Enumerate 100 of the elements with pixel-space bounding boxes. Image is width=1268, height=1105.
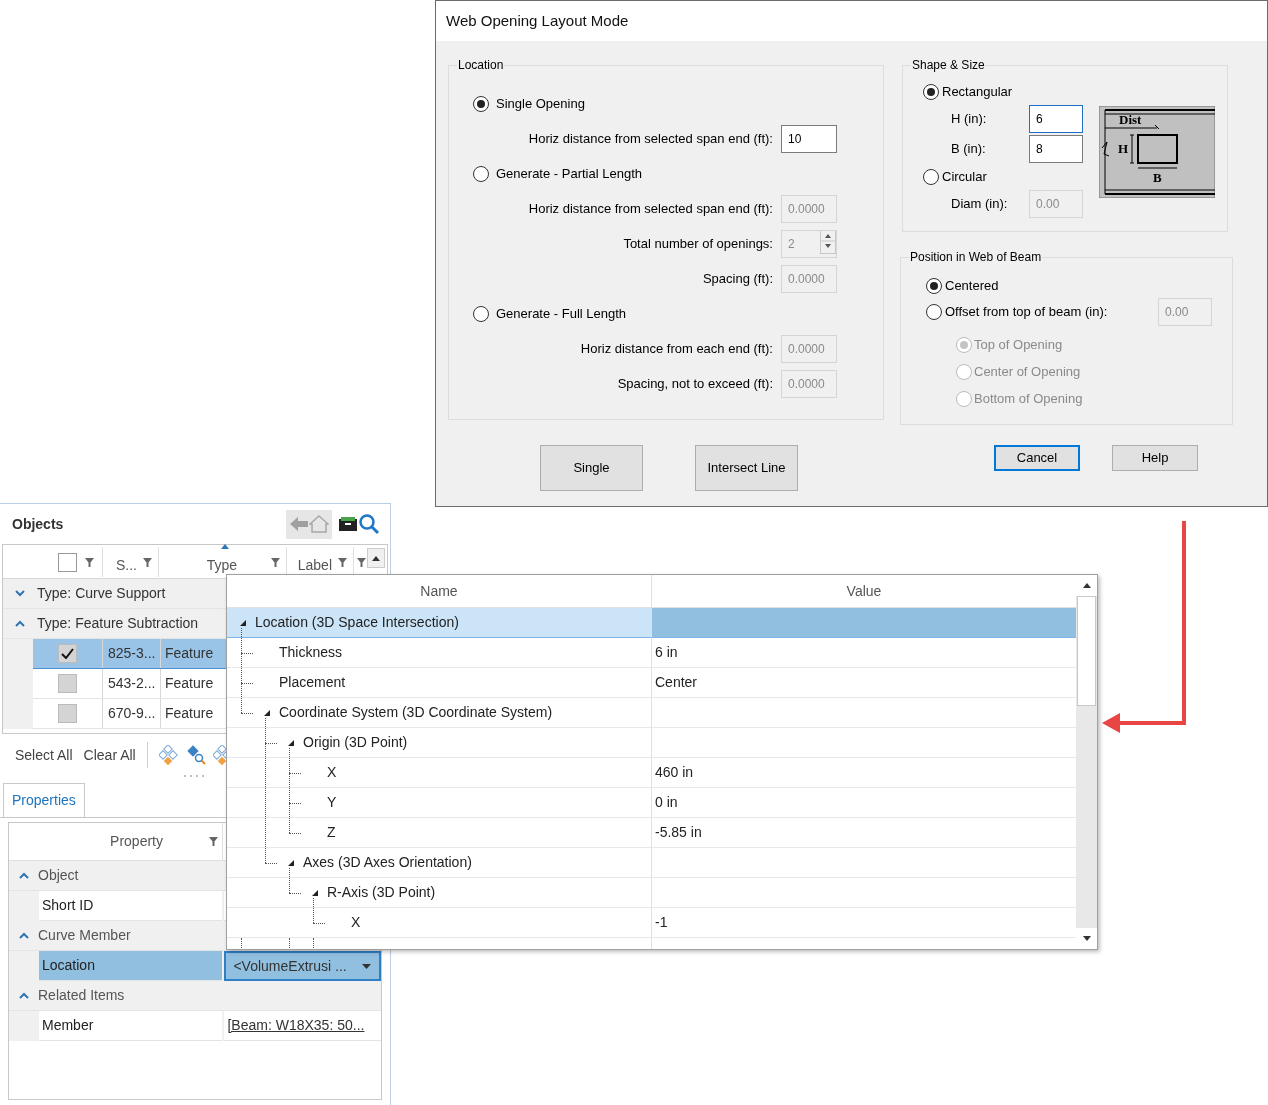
field-label: Spacing, not to exceed (ft):: [617, 374, 773, 393]
radio-button[interactable]: [923, 83, 939, 100]
filter-icon[interactable]: [357, 558, 366, 567]
button[interactable]: Cancel: [994, 445, 1080, 471]
name-cell[interactable]: Placement: [227, 668, 652, 698]
name-cell[interactable]: Z: [227, 818, 652, 848]
name-cell[interactable]: X: [227, 908, 652, 938]
column-header[interactable]: Name: [227, 575, 652, 607]
tab[interactable]: Properties: [3, 783, 85, 817]
diamond-search-icon[interactable]: [185, 745, 206, 765]
property-name[interactable]: Short ID: [39, 891, 223, 921]
caret-icon: [362, 963, 371, 969]
filter-icon[interactable]: [271, 557, 280, 567]
scroll-thumb[interactable]: [1077, 596, 1096, 706]
field-label: Spacing (ft):: [702, 269, 773, 288]
name-cell[interactable]: Axes (3D Axes Orientation): [227, 848, 652, 878]
up-arrow-icon: [1082, 583, 1091, 588]
tree-node-label[interactable]: Origin (3D Point): [303, 732, 408, 753]
property-name[interactable]: Location: [39, 951, 223, 981]
group-label: Related Items: [38, 986, 125, 1005]
back-arrow-icon: [289, 517, 308, 531]
filter-icon[interactable]: [143, 557, 152, 567]
expand-icon[interactable]: [15, 590, 25, 597]
group-label: Type: Curve Support: [37, 584, 166, 603]
filter-icon[interactable]: [209, 837, 218, 846]
radio-label[interactable]: Rectangular: [942, 81, 1013, 102]
radio-button[interactable]: [923, 168, 939, 185]
expanded-icon[interactable]: [263, 708, 271, 717]
collapse-icon[interactable]: [15, 620, 25, 627]
radio-label[interactable]: Generate - Partial Length: [496, 163, 642, 184]
column-header[interactable]: Type: [206, 548, 237, 576]
scroll-up-button[interactable]: [1076, 575, 1097, 596]
group-label: Curve Member: [38, 926, 131, 945]
field-label: B (in):: [951, 140, 987, 159]
collapse-icon[interactable]: [19, 872, 29, 879]
radio-button[interactable]: [473, 305, 489, 322]
search-icon[interactable]: [358, 513, 380, 535]
radio-button[interactable]: [926, 278, 942, 294]
window-title: Web Opening Layout Mode: [446, 10, 629, 31]
radio-label[interactable]: Single Opening: [496, 93, 585, 114]
property-name[interactable]: Member: [39, 1011, 223, 1041]
diagram-label: Dist: [1119, 112, 1142, 127]
field-label: Horiz distance from each end (ft):: [580, 339, 773, 358]
checkbox[interactable]: [58, 674, 77, 693]
scrollbar[interactable]: [1076, 575, 1097, 949]
column-header[interactable]: Label: [297, 548, 332, 576]
expanded-icon[interactable]: [311, 888, 319, 897]
field-label: Horiz distance from selected span end (ft):: [528, 199, 773, 218]
name-cell[interactable]: Origin (3D Point): [227, 728, 652, 758]
name-cell[interactable]: Thickness: [227, 638, 652, 668]
tree-node-label[interactable]: Y: [327, 792, 337, 813]
checkbox[interactable]: [58, 552, 77, 572]
button[interactable]: Help: [1112, 445, 1198, 471]
table-cell-text: Feature: [164, 674, 215, 693]
field-label: Total number of openings:: [623, 234, 773, 253]
filter-icon[interactable]: [85, 557, 94, 567]
button[interactable]: Single: [540, 445, 643, 491]
tree-node-label[interactable]: Thickness: [279, 642, 343, 663]
expanded-icon[interactable]: [287, 738, 295, 747]
input-field[interactable]: 10: [781, 124, 837, 153]
button[interactable]: Intersect Line: [695, 445, 798, 491]
collapse-icon[interactable]: [19, 932, 29, 939]
tree-node-label[interactable]: Z: [327, 822, 336, 843]
radio-button[interactable]: [473, 95, 489, 112]
back-home-button[interactable]: [286, 509, 332, 539]
radio-label[interactable]: Generate - Full Length: [496, 303, 627, 324]
name-cell[interactable]: Location (3D Space Intersection): [227, 608, 652, 638]
group-title: Shape & Size: [911, 57, 986, 74]
name-cell[interactable]: R-Axis (3D Point): [227, 878, 652, 908]
table-cell-text: Feature: [164, 704, 215, 723]
scroll-up-button[interactable]: [367, 548, 385, 568]
checkbox[interactable]: [58, 644, 77, 663]
splitter-handle-icon[interactable]: [183, 774, 207, 778]
checkbox[interactable]: [58, 704, 77, 723]
tree-node-label[interactable]: Placement: [279, 672, 346, 693]
column-header[interactable]: S...: [116, 548, 137, 576]
expanded-icon[interactable]: [287, 858, 295, 867]
name-cell[interactable]: X: [227, 758, 652, 788]
toolbar-button[interactable]: Select All: [15, 744, 73, 766]
expanded-icon[interactable]: [239, 618, 247, 627]
collapse-icon[interactable]: [19, 992, 29, 999]
toolbar-button[interactable]: Clear All: [83, 744, 136, 766]
group-label: Object: [38, 866, 79, 885]
dropdown[interactable]: <VolumeExtrusi ...: [224, 951, 381, 981]
group-row[interactable]: Related Items: [9, 981, 381, 1011]
diagram-label: H: [1118, 141, 1129, 156]
tree-node-label[interactable]: X: [327, 762, 337, 783]
column-header[interactable]: Value: [652, 575, 1076, 607]
input-field[interactable]: 8: [1029, 135, 1083, 163]
radio-button[interactable]: [473, 165, 489, 182]
input-field[interactable]: 6: [1029, 105, 1083, 133]
toolbox-icon[interactable]: [338, 516, 358, 532]
column-header[interactable]: Property: [110, 831, 163, 852]
scroll-down-button[interactable]: [1076, 928, 1097, 949]
name-cell[interactable]: Y: [227, 788, 652, 818]
check-icon: [61, 648, 74, 659]
radio-label[interactable]: Centered: [945, 276, 999, 296]
radio-label[interactable]: Circular: [942, 166, 987, 187]
table-cell-text: Feature: [164, 644, 215, 663]
name-cell[interactable]: Coordinate System (3D Coordinate System): [227, 698, 652, 728]
